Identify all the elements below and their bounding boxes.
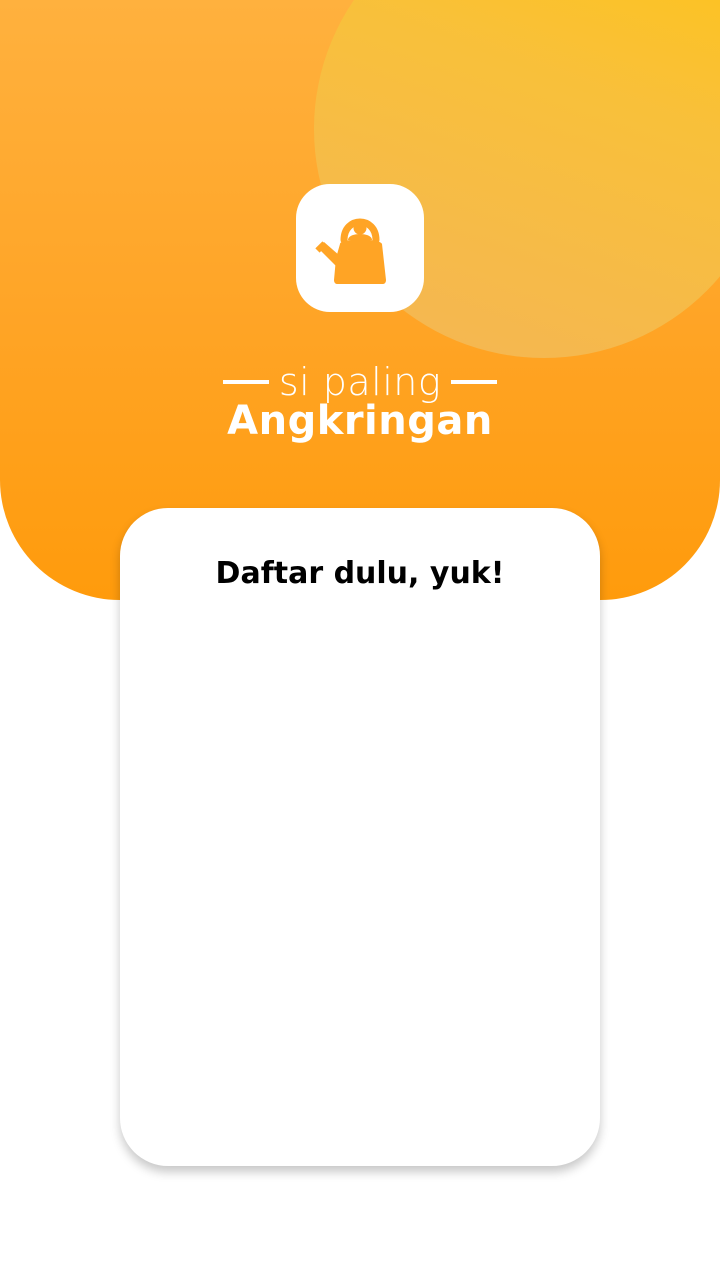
app-name: Angkringan (227, 398, 493, 444)
tagline-rule-left (222, 379, 269, 384)
kettle-icon (315, 218, 386, 284)
app-logo (296, 184, 424, 312)
tagline-rule-right (451, 379, 498, 384)
signup-card: Daftar dulu, yuk! (120, 508, 600, 1166)
signup-card-title: Daftar dulu, yuk! (215, 556, 505, 591)
